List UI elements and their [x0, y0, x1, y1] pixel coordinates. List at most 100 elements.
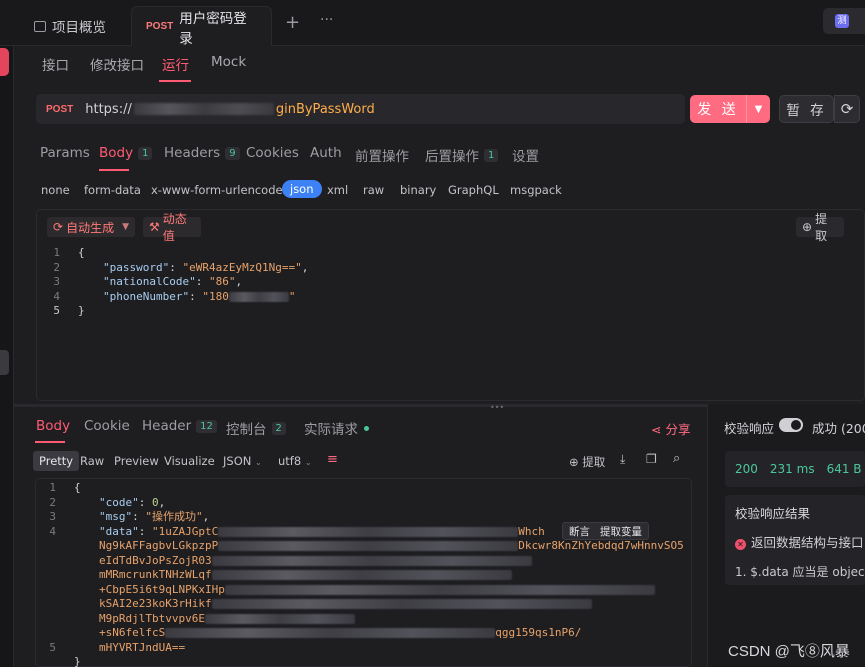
chevron-down-icon: ⌄	[304, 458, 312, 467]
tab-label: Params	[40, 145, 90, 161]
response-metrics: 200 231 ms 641 B	[725, 451, 865, 487]
response-tab-body[interactable]: Body	[36, 418, 70, 434]
json-value: +sN6felfcS	[99, 626, 166, 639]
chip-label: 提取	[815, 212, 828, 243]
assert-button[interactable]: 断言	[569, 524, 590, 539]
body-type-xml[interactable]: xml	[327, 183, 348, 197]
tab-project-overview[interactable]: 项目概览	[20, 6, 120, 46]
save-button[interactable]: 暂 存	[779, 95, 834, 123]
tab-label: Header	[142, 418, 192, 434]
tab-headers[interactable]: Headers 9	[164, 145, 240, 161]
json-value: mMRmcrunkTNHzWLqf	[99, 568, 212, 581]
tab-settings[interactable]: 设置	[512, 145, 539, 165]
add-tab-icon[interactable]: +	[285, 12, 300, 33]
body-type-form-data[interactable]: form-data	[84, 183, 141, 197]
wrap-icon[interactable]: ≡	[327, 452, 338, 467]
redacted-host	[133, 103, 274, 115]
extract-label: 提取	[582, 455, 606, 469]
redacted-value	[165, 628, 496, 638]
subnav-edit-api[interactable]: 修改接口	[90, 54, 144, 74]
nav-indicator[interactable]	[0, 350, 9, 375]
response-tab-header[interactable]: Header 12	[142, 418, 217, 434]
redacted-value	[211, 599, 592, 609]
refresh-icon[interactable]: ⟳	[834, 95, 860, 123]
chip-label: 动态值	[162, 212, 187, 243]
send-label: 发 送	[697, 102, 739, 118]
body-type-msgpack[interactable]: msgpack	[510, 183, 562, 197]
body-type-binary[interactable]: binary	[400, 183, 436, 197]
body-type-urlencoded[interactable]: x-www-form-urlencoded	[151, 183, 290, 197]
response-extract-button[interactable]: ⊕ 提取	[569, 454, 605, 470]
share-button[interactable]: ⋖ 分享	[651, 419, 690, 438]
extract-button[interactable]: ⊕ 提取	[796, 212, 844, 243]
redacted-value	[218, 541, 519, 551]
url-input[interactable]: POST https:// ginByPassWord	[36, 94, 685, 124]
tab-underline	[35, 441, 65, 443]
upload-icon: ⊕	[802, 220, 813, 234]
view-pretty[interactable]: Pretty	[33, 451, 80, 471]
json-value: +CbpE5i6t9qLNPKxIHp	[99, 582, 225, 596]
body-type-graphql[interactable]: GraphQL	[448, 183, 499, 197]
line-number: 1	[49, 481, 56, 494]
line-numbers: 1 2 3 4 5	[40, 246, 60, 319]
encoding-select[interactable]: utf8 ⌄	[278, 454, 312, 468]
dynamic-value-button[interactable]: ⚒ 动态值	[143, 212, 201, 243]
json-value: M9pRdjlTbtvvpv6E	[99, 611, 205, 625]
chevron-down-icon[interactable]: ▼	[122, 222, 129, 232]
upload-icon: ⊕	[569, 455, 579, 469]
tab-pre-operation[interactable]: 前置操作	[355, 145, 409, 165]
window-icon	[34, 20, 46, 32]
body-type-raw[interactable]: raw	[363, 183, 384, 197]
result-item: ✕ 返回数据结构与接口	[725, 522, 865, 551]
tab-params[interactable]: Params	[40, 145, 90, 161]
tab-body[interactable]: Body 1	[99, 145, 153, 161]
selection-popup: 断言 提取变量	[562, 522, 649, 540]
validation-toggle[interactable]	[779, 418, 803, 432]
download-icon[interactable]: ⤓	[620, 452, 625, 467]
auto-generate-button[interactable]: ⟳ 自动生成 ▼	[47, 217, 135, 237]
response-tab-actual-request[interactable]: 实际请求	[304, 418, 369, 438]
url-path: ginByPassWord	[275, 101, 375, 117]
chevron-down-icon[interactable]: ▼	[746, 95, 770, 123]
tab-label: 控制台	[226, 422, 267, 438]
tab-auth[interactable]: Auth	[310, 145, 342, 161]
json-key: "password"	[103, 260, 170, 274]
extract-variable-button[interactable]: 提取变量	[600, 524, 642, 539]
tab-cookies[interactable]: Cookies	[246, 145, 299, 161]
subnav-api[interactable]: 接口	[42, 54, 69, 74]
subnav-run[interactable]: 运行	[162, 54, 189, 74]
format-select[interactable]: JSON ⌄	[223, 454, 262, 468]
send-button[interactable]: 发 送 ▼	[690, 95, 770, 123]
json-key: "data"	[99, 524, 139, 538]
response-tab-cookie[interactable]: Cookie	[84, 418, 130, 434]
json-key: "code"	[99, 495, 139, 509]
tab-label: 项目概览	[52, 20, 106, 36]
tab-label: Body	[99, 145, 134, 161]
response-size: 641 B	[826, 462, 862, 476]
count-badge: 1	[138, 146, 153, 160]
subnav-mock[interactable]: Mock	[211, 54, 246, 70]
user-menu[interactable]: 测	[823, 8, 865, 34]
tab-label: Cookies	[246, 145, 299, 161]
drag-handle-icon[interactable]: •••	[490, 403, 504, 412]
result-title: 校验响应结果	[735, 506, 811, 521]
more-icon[interactable]: ···	[320, 12, 333, 28]
tab-user-login[interactable]: POST 用户密码登录	[131, 6, 272, 47]
response-tab-console[interactable]: 控制台 2	[226, 418, 286, 438]
active-nav-indicator[interactable]	[0, 48, 9, 76]
view-preview[interactable]: Preview	[114, 454, 159, 468]
body-type-none[interactable]: none	[41, 183, 70, 197]
view-visualize[interactable]: Visualize	[164, 454, 215, 468]
status-text: 成功 (200	[812, 421, 865, 436]
body-type-json[interactable]: json	[282, 180, 322, 198]
line-number: 3	[49, 510, 56, 523]
view-raw[interactable]: Raw	[80, 454, 104, 468]
search-icon[interactable]: ⌕	[673, 451, 680, 466]
refresh-icon: ⟳	[53, 220, 64, 234]
copy-icon[interactable]: ❐	[646, 452, 657, 466]
line-number: 5	[53, 304, 60, 317]
tab-post-operation[interactable]: 后置操作 1	[425, 145, 499, 165]
chevron-down-icon: ⌄	[255, 458, 262, 467]
tab-label: 实际请求	[304, 422, 358, 438]
status-code: 200	[735, 462, 758, 476]
